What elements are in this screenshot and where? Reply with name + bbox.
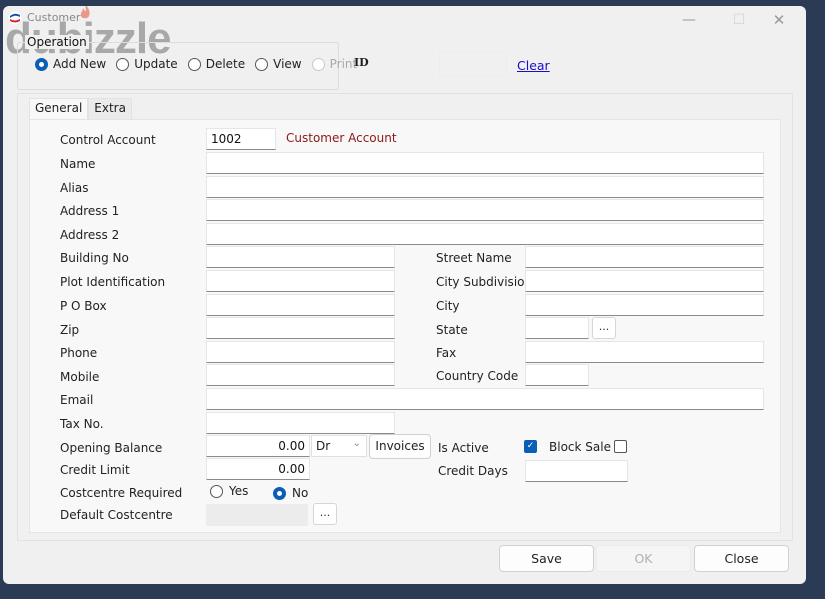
- drcr-select[interactable]: Dr ⌄: [311, 435, 367, 457]
- drcr-value: Dr: [316, 439, 331, 453]
- invoices-button[interactable]: Invoices: [369, 434, 431, 459]
- default-costcentre-input: [206, 504, 308, 526]
- opening-balance-input[interactable]: 0.00: [206, 435, 310, 457]
- radio-view[interactable]: View: [255, 57, 302, 71]
- zip-input[interactable]: [206, 317, 395, 339]
- radio-update[interactable]: Update: [116, 57, 178, 71]
- control-account-input[interactable]: 1002: [206, 128, 276, 150]
- country-code-input[interactable]: [525, 364, 589, 386]
- plot-identification-label: Plot Identification: [60, 275, 166, 289]
- po-box-input[interactable]: [206, 294, 395, 316]
- address2-input[interactable]: [206, 223, 764, 245]
- tab-general[interactable]: General: [29, 98, 89, 119]
- credit-days-label: Credit Days: [438, 464, 508, 478]
- building-no-label: Building No: [60, 251, 129, 265]
- radio-selected-icon: [273, 486, 286, 500]
- radio-delete[interactable]: Delete: [187, 57, 245, 71]
- phone-input[interactable]: [206, 341, 395, 363]
- mobile-label: Mobile: [60, 370, 100, 384]
- zip-label: Zip: [60, 323, 80, 337]
- radio-selected-icon: [35, 57, 48, 71]
- fax-input[interactable]: [525, 341, 764, 363]
- costcentre-no-radio[interactable]: No: [273, 486, 308, 500]
- close-window-button[interactable]: ✕: [765, 10, 793, 30]
- app-logo-icon: [8, 11, 22, 25]
- credit-days-input[interactable]: [525, 460, 628, 482]
- id-input[interactable]: [439, 52, 507, 76]
- control-account-name: Customer Account: [286, 131, 397, 145]
- credit-limit-input[interactable]: 0.00: [206, 458, 310, 480]
- close-button[interactable]: Close: [694, 545, 789, 572]
- id-label: ID: [354, 56, 369, 69]
- radio-icon: [187, 57, 201, 71]
- email-input[interactable]: [206, 388, 764, 410]
- street-name-label: Street Name: [436, 251, 512, 265]
- minimize-button[interactable]: —: [675, 10, 703, 30]
- address1-label: Address 1: [60, 204, 120, 218]
- state-browse-button[interactable]: ...: [592, 317, 616, 339]
- alias-label: Alias: [60, 181, 89, 195]
- city-input[interactable]: [525, 294, 764, 316]
- state-input[interactable]: [525, 317, 589, 339]
- name-input[interactable]: [206, 152, 764, 174]
- email-label: Email: [60, 393, 94, 407]
- costcentre-yes-radio[interactable]: Yes: [210, 484, 248, 498]
- save-button[interactable]: Save: [499, 545, 594, 572]
- watermark-flame-icon: [80, 6, 90, 19]
- plot-identification-input[interactable]: [206, 270, 395, 292]
- tax-no-input[interactable]: [206, 412, 395, 434]
- block-sale-label: Block Sale: [549, 440, 611, 454]
- country-code-label: Country Code: [436, 369, 519, 383]
- block-sale-checkbox[interactable]: [614, 440, 627, 453]
- city-subdivision-label: City Subdivision: [436, 275, 533, 289]
- opening-balance-label: Opening Balance: [60, 441, 163, 455]
- radio-print: Print: [311, 57, 357, 71]
- window-title: Customer: [27, 11, 81, 24]
- tab-strip: General Extra: [29, 98, 132, 119]
- chevron-down-icon: ⌄: [352, 438, 361, 449]
- building-no-input[interactable]: [206, 246, 395, 268]
- credit-limit-label: Credit Limit: [60, 463, 130, 477]
- radio-add-new[interactable]: Add New: [35, 57, 106, 71]
- address2-label: Address 2: [60, 228, 120, 242]
- is-active-checkbox[interactable]: ✓: [524, 440, 537, 453]
- costcentre-browse-button[interactable]: ...: [313, 503, 337, 525]
- default-costcentre-label: Default Costcentre: [60, 508, 173, 522]
- alias-input[interactable]: [206, 176, 764, 198]
- radio-icon: [255, 57, 269, 71]
- operation-radio-row: Add New Update Delete View Print: [35, 57, 361, 71]
- tax-no-label: Tax No.: [60, 417, 104, 431]
- ok-button: OK: [596, 545, 691, 572]
- tab-extra[interactable]: Extra: [88, 98, 132, 119]
- radio-icon: [311, 57, 325, 71]
- clear-link[interactable]: Clear: [517, 58, 550, 73]
- phone-label: Phone: [60, 346, 98, 360]
- customer-window: Customer — ☐ ✕ dubizzle Operation Add Ne…: [3, 6, 806, 584]
- street-name-input[interactable]: [525, 246, 764, 268]
- city-subdivision-input[interactable]: [525, 270, 764, 292]
- is-active-label: Is Active: [438, 441, 489, 455]
- city-label: City: [436, 299, 460, 313]
- control-account-label: Control Account: [60, 133, 156, 147]
- state-label: State: [436, 323, 468, 337]
- address1-input[interactable]: [206, 199, 764, 221]
- title-bar: Customer — ☐ ✕: [3, 6, 806, 34]
- radio-icon: [116, 57, 130, 71]
- po-box-label: P O Box: [60, 299, 107, 313]
- fax-label: Fax: [436, 346, 457, 360]
- costcentre-required-label: Costcentre Required: [60, 486, 183, 500]
- mobile-input[interactable]: [206, 364, 395, 386]
- maximize-button[interactable]: ☐: [725, 10, 753, 30]
- operation-legend: Operation: [25, 35, 89, 49]
- name-label: Name: [60, 157, 96, 171]
- radio-icon: [210, 484, 223, 498]
